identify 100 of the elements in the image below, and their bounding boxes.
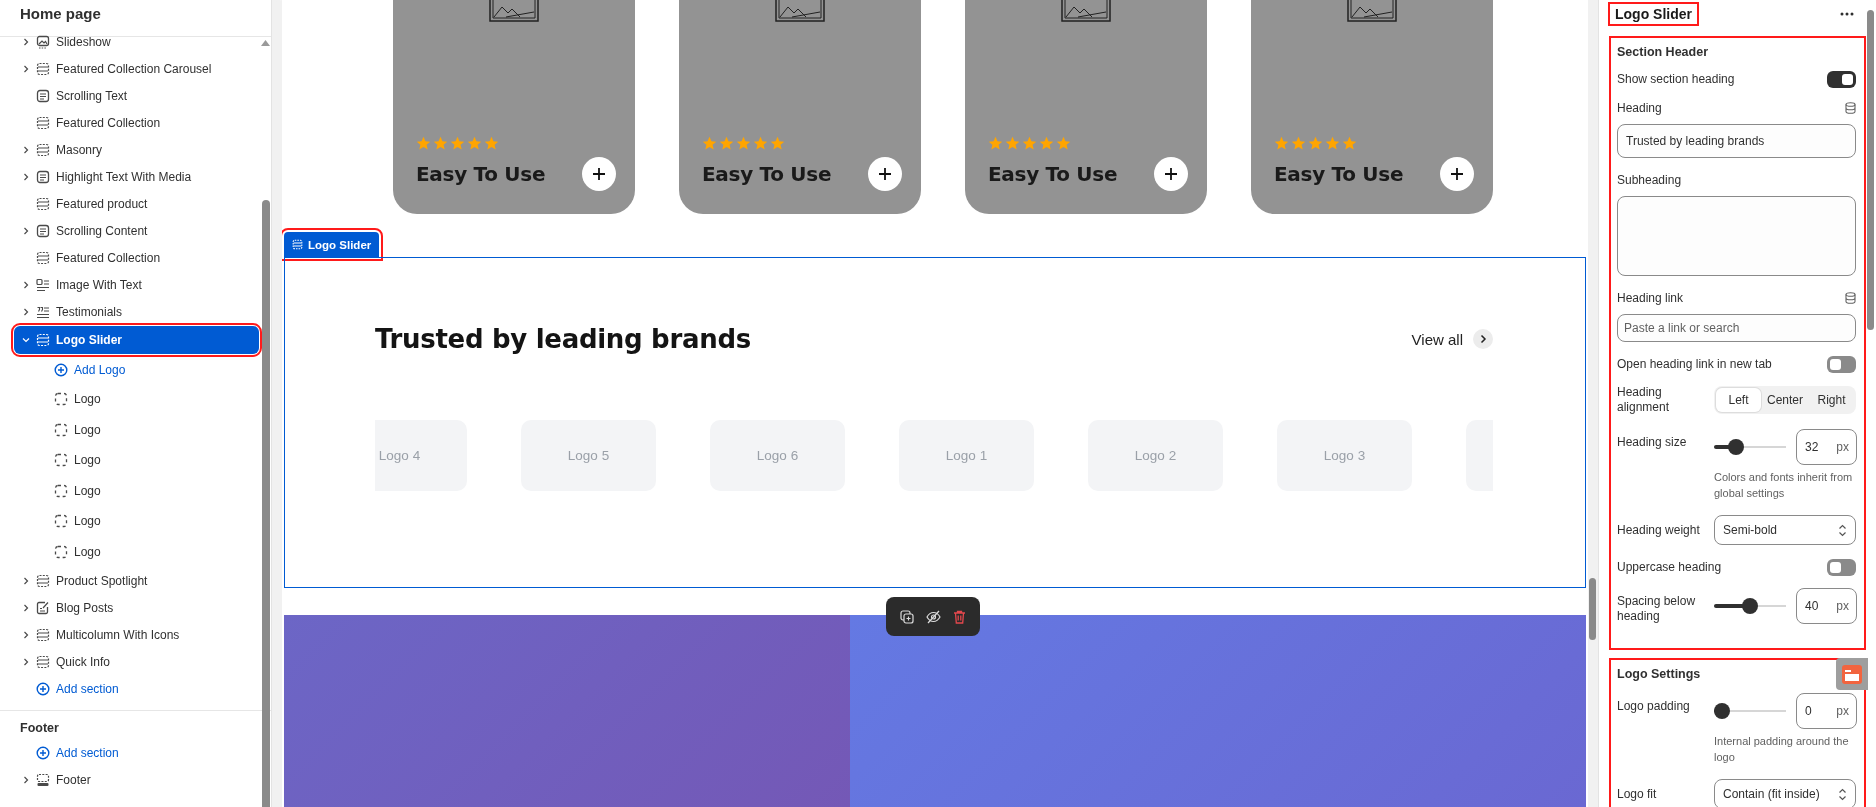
chevron-icon[interactable] [22, 145, 30, 154]
dashed-square-icon [54, 392, 68, 407]
dashed-rows-icon [36, 115, 50, 130]
star-icon [1022, 136, 1037, 151]
product-card[interactable]: Easy To Use [393, 0, 635, 214]
tree-item[interactable]: Featured product [14, 190, 259, 217]
slider-thumb[interactable] [1714, 703, 1730, 719]
alignment-option[interactable]: Center [1761, 388, 1809, 412]
select-field[interactable]: Semi-bold [1714, 515, 1856, 545]
database-icon[interactable] [1845, 292, 1856, 304]
tree-item[interactable]: Logo [14, 536, 259, 567]
trash-icon[interactable] [953, 609, 966, 624]
slider-thumb[interactable] [1728, 439, 1744, 455]
add-icon [54, 362, 68, 377]
tree-item[interactable]: Scrolling Text [14, 82, 259, 109]
dashed-rows-icon [292, 239, 303, 250]
toggle-switch[interactable] [1827, 356, 1856, 373]
product-card[interactable]: Easy To Use [965, 0, 1207, 214]
scroll-up-icon[interactable] [261, 40, 270, 46]
logo-slider-section[interactable]: Trusted by leading brands View all Logo 4 Logo 5 Logo 6 Logo 1 Logo 2 Logo 3 [284, 257, 1586, 588]
view-all-link[interactable]: View all [1411, 329, 1493, 349]
chevron-icon[interactable] [22, 576, 30, 585]
chevron-icon[interactable] [22, 775, 30, 784]
tree-item[interactable]: Product Spotlight [14, 567, 259, 594]
duplicate-icon[interactable] [900, 609, 914, 624]
tree-item[interactable]: Logo [14, 414, 259, 445]
dashed-rows-icon [36, 61, 50, 76]
tree-item[interactable]: Featured Collection [14, 109, 259, 136]
product-card[interactable]: Easy To Use [1251, 0, 1493, 214]
tree-item[interactable]: Add section [14, 739, 259, 766]
card-title: Easy To Use [702, 162, 832, 186]
edit-document-icon [36, 600, 50, 615]
image-placeholder-icon [489, 0, 539, 22]
chevron-icon[interactable] [22, 226, 30, 235]
text-area[interactable] [1617, 196, 1856, 276]
add-button[interactable] [1440, 157, 1474, 191]
eye-slash-icon[interactable] [926, 609, 941, 624]
image-placeholder-icon [1347, 0, 1397, 22]
tree-item[interactable]: Image With Text [14, 271, 259, 298]
setting-label: Spacing below heading [1617, 594, 1697, 624]
document-icon[interactable] [1840, 662, 1864, 686]
chevron-icon[interactable] [22, 630, 30, 639]
scrollbar-thumb[interactable] [262, 200, 270, 807]
chevron-icon[interactable] [22, 37, 30, 46]
chevron-icon[interactable] [22, 307, 30, 316]
tree-item[interactable]: Add Logo [14, 355, 259, 384]
chevron-icon[interactable] [22, 603, 30, 612]
tree-item[interactable]: Featured Collection [14, 244, 259, 271]
add-icon [36, 745, 50, 760]
tree-item[interactable]: Footer [14, 766, 259, 793]
plus-icon [878, 167, 892, 181]
tree-item[interactable]: Logo [14, 475, 259, 506]
dashed-rows-icon [36, 573, 50, 588]
dashed-square-icon [54, 514, 68, 529]
more-icon[interactable] [1840, 12, 1854, 16]
link-field[interactable]: Paste a link or search [1617, 314, 1856, 342]
tree-item[interactable]: Logo [14, 445, 259, 476]
star-icon [416, 136, 431, 151]
setting-label: Logo fit [1617, 786, 1658, 802]
tree-item[interactable]: Testimonials [14, 298, 259, 325]
chevron-icon[interactable] [22, 64, 30, 73]
tree-item[interactable]: Highlight Text With Media [14, 163, 259, 190]
logo-tile: Logo 2 [1088, 420, 1223, 491]
chevron-icon[interactable] [22, 657, 30, 666]
chevron-icon[interactable] [22, 280, 30, 289]
tree-item[interactable]: Logo [14, 384, 259, 415]
tree-item[interactable]: Blog Posts [14, 594, 259, 621]
logo-tile: Logo 3 [1277, 420, 1412, 491]
logo-tile: Logo 6 [710, 420, 845, 491]
toggle-switch[interactable] [1827, 71, 1856, 88]
add-button[interactable] [1154, 157, 1188, 191]
slider-thumb[interactable] [1742, 598, 1758, 614]
add-button[interactable] [868, 157, 902, 191]
image-text-icon [36, 277, 50, 292]
star-icon [1056, 136, 1071, 151]
setting-label: Heading [1617, 100, 1662, 116]
database-icon[interactable] [1845, 102, 1856, 114]
product-card[interactable]: Easy To Use [679, 0, 921, 214]
text-field[interactable]: Trusted by leading brands [1617, 124, 1856, 158]
chevron-icon[interactable] [22, 172, 30, 181]
tree-item[interactable]: Add section [14, 675, 259, 702]
tree-item[interactable]: Logo Slider [14, 326, 259, 354]
tree-item[interactable]: Logo [14, 506, 259, 537]
alignment-option[interactable]: Right [1809, 388, 1854, 412]
tree-item[interactable]: Featured Collection Carousel [14, 55, 259, 82]
logo-tile: Logo 4 [375, 420, 467, 491]
tree-item[interactable]: Scrolling Content [14, 217, 259, 244]
star-icon [702, 136, 717, 151]
tree-item[interactable]: Multicolumn With Icons [14, 621, 259, 648]
toggle-switch[interactable] [1827, 559, 1856, 576]
scrollbar-thumb[interactable] [1867, 10, 1874, 330]
alignment-option[interactable]: Left [1716, 388, 1761, 412]
add-button[interactable] [582, 157, 616, 191]
plus-icon [1450, 167, 1464, 181]
chevron-updown-icon [1838, 523, 1847, 537]
tree-item[interactable]: Masonry [14, 136, 259, 163]
scrollbar-thumb[interactable] [1589, 578, 1596, 640]
dashed-rows-icon [36, 196, 50, 211]
tree-item[interactable]: Quick Info [14, 648, 259, 675]
star-icon [1291, 136, 1306, 151]
